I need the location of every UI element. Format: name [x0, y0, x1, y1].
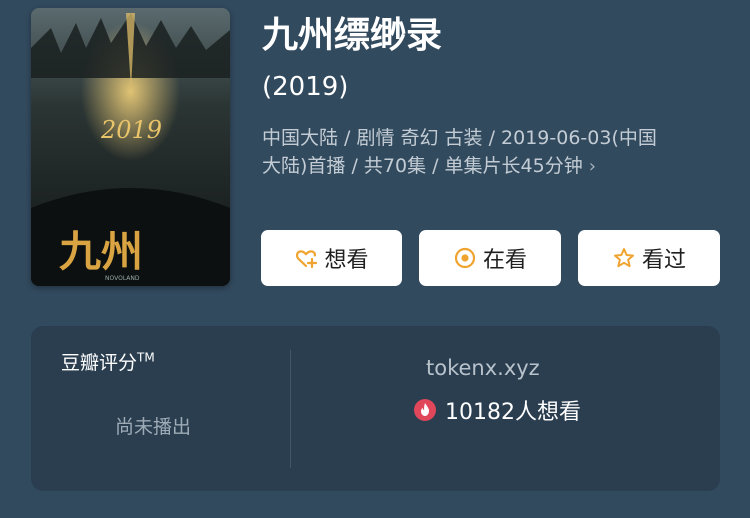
poster-year: 2019 — [100, 116, 162, 144]
release-year: (2019) — [262, 72, 349, 102]
meta-line-2: 大陆)首播 / 共70集 / 单集片长45分钟 › — [262, 152, 732, 181]
poster-title-art: 九州 — [59, 227, 143, 276]
meta-line-2-text: 大陆)首播 / 共70集 / 单集片长45分钟 — [262, 155, 583, 177]
card-divider — [290, 350, 291, 468]
page-title: 九州缥缈录 — [262, 15, 443, 56]
douban-rating-text: 豆瓣评分 — [61, 352, 138, 374]
poster-small-text: NOVOLAND — [105, 275, 140, 282]
watching-button-label: 在看 — [482, 248, 527, 273]
want-count: 10182人想看 — [413, 394, 581, 426]
heart-plus-icon — [294, 246, 318, 270]
watching-button[interactable]: 在看 — [419, 230, 561, 286]
watched-button[interactable]: 看过 — [578, 230, 720, 286]
watched-button-label: 看过 — [641, 248, 686, 273]
rating-card: 豆瓣评分TM 尚未播出 tokenx.xyz 10182人想看 — [31, 326, 720, 491]
douban-rating-label: 豆瓣评分TM — [61, 348, 155, 375]
rating-status: 尚未播出 — [115, 416, 192, 438]
meta-info[interactable]: 中国大陆 / 剧情 奇幻 古装 / 2019-06-03(中国 大陆)首播 / … — [262, 124, 732, 181]
want-count-text: 10182人想看 — [445, 400, 581, 425]
want-button[interactable]: 想看 — [261, 230, 402, 286]
trademark-mark: TM — [137, 350, 155, 365]
want-button-label: 想看 — [324, 248, 369, 273]
flame-icon — [413, 398, 437, 422]
poster-image[interactable]: 2019 九州 NOVOLAND — [31, 8, 230, 286]
poster-artwork: 2019 九州 NOVOLAND — [31, 8, 230, 286]
chevron-right-icon: › — [588, 156, 596, 177]
meta-line-1: 中国大陆 / 剧情 奇幻 古装 / 2019-06-03(中国 — [262, 127, 657, 149]
star-icon — [612, 246, 636, 270]
watermark-text: tokenx.xyz — [426, 356, 540, 380]
target-circle-icon — [453, 246, 477, 270]
